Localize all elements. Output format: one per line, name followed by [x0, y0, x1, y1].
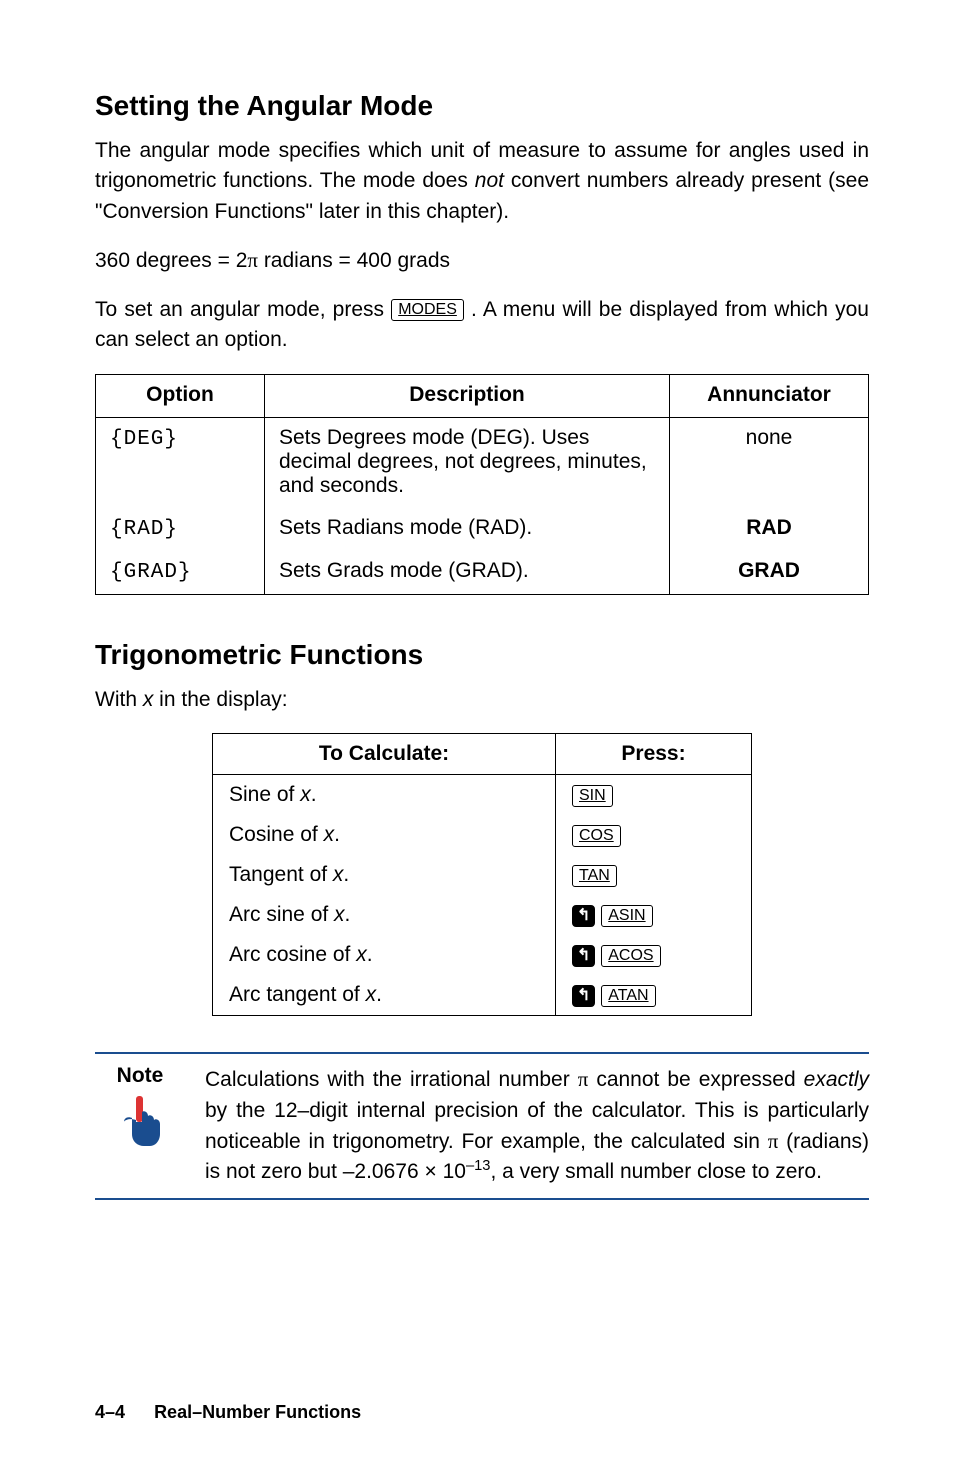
keycap-shift: ↰ — [572, 945, 595, 967]
cell-press: ↰ ASIN — [556, 895, 752, 935]
th-annunciator: Annunciator — [670, 374, 869, 417]
text: To set an angular mode, press — [95, 298, 391, 321]
cell-calculate: Arc sine of x. — [213, 895, 556, 935]
hand-point-icon — [116, 1094, 164, 1148]
para-equation: 360 degrees = 2π radians = 400 grads — [95, 245, 869, 276]
table-row: Tangent of x. TAN — [213, 855, 752, 895]
page-footer: 4–4 Real–Number Functions — [95, 1402, 361, 1423]
cell-ann: none — [670, 417, 869, 508]
note-label-column: Note — [95, 1064, 185, 1153]
keycap-modes: MODES — [391, 299, 464, 321]
heading-trig-functions: Trigonometric Functions — [95, 639, 869, 671]
cell-press: TAN — [556, 855, 752, 895]
text: cannot be expressed — [588, 1068, 803, 1091]
para-angular-2: To set an angular mode, press MODES . A … — [95, 295, 869, 356]
note-text: Calculations with the irrational number … — [205, 1064, 869, 1188]
table-row: Arc sine of x.↰ ASIN — [213, 895, 752, 935]
table-row: {RAD} Sets Radians mode (RAD). RAD — [96, 508, 869, 551]
cell-option: {GRAD} — [96, 551, 265, 595]
cell-press: COS — [556, 815, 752, 855]
text: radians = 400 grads — [258, 249, 450, 272]
cell-calculate: Sine of x. — [213, 775, 556, 816]
keycap-shift: ↰ — [572, 985, 595, 1007]
keycap-asin: ASIN — [601, 905, 652, 927]
keycap-acos: ACOS — [601, 945, 660, 967]
page-number: 4–4 — [95, 1402, 125, 1422]
chapter-name: Real–Number Functions — [154, 1402, 361, 1422]
th-option: Option — [96, 374, 265, 417]
table-header-row: Option Description Annunciator — [96, 374, 869, 417]
table-header-row: To Calculate: Press: — [213, 734, 752, 775]
para-angular-1: The angular mode specifies which unit of… — [95, 136, 869, 227]
note-label: Note — [95, 1064, 185, 1088]
cell-calculate: Tangent of x. — [213, 855, 556, 895]
cell-calculate: Arc cosine of x. — [213, 935, 556, 975]
keycap-cos: COS — [572, 825, 621, 847]
cell-calculate: Cosine of x. — [213, 815, 556, 855]
pi-symbol: π — [768, 1129, 779, 1153]
text-emph-not: not — [475, 169, 504, 192]
text-emph-exactly: exactly — [804, 1068, 869, 1091]
text: With — [95, 688, 143, 711]
pi-symbol: π — [247, 248, 258, 272]
note-block: Note Calculations with the irrational nu… — [95, 1052, 869, 1200]
text: in the display: — [153, 688, 287, 711]
pi-symbol: π — [578, 1067, 589, 1091]
angular-mode-table: Option Description Annunciator {DEG} Set… — [95, 374, 869, 595]
cell-press: ↰ ACOS — [556, 935, 752, 975]
heading-angular-mode: Setting the Angular Mode — [95, 90, 869, 122]
table-row: Sine of x. SIN — [213, 775, 752, 816]
cell-calculate: Arc tangent of x. — [213, 975, 556, 1016]
th-press: Press: — [556, 734, 752, 775]
cell-ann: GRAD — [670, 551, 869, 595]
table-row: {DEG} Sets Degrees mode (DEG). Uses deci… — [96, 417, 869, 508]
table-row: {GRAD} Sets Grads mode (GRAD). GRAD — [96, 551, 869, 595]
page: Setting the Angular Mode The angular mod… — [0, 0, 954, 1478]
lcd-text: {RAD} — [110, 518, 178, 541]
cell-desc: Sets Radians mode (RAD). — [265, 508, 670, 551]
cell-desc: Sets Grads mode (GRAD). — [265, 551, 670, 595]
keycap-sin: SIN — [572, 785, 613, 807]
cell-press: SIN — [556, 775, 752, 816]
cell-ann: RAD — [670, 508, 869, 551]
cell-press: ↰ ATAN — [556, 975, 752, 1016]
text: Calculations with the irrational number — [205, 1068, 578, 1091]
cell-option: {RAD} — [96, 508, 265, 551]
table-row: Arc tangent of x.↰ ATAN — [213, 975, 752, 1016]
cell-desc: Sets Degrees mode (DEG). Uses decimal de… — [265, 417, 670, 508]
var-x: x — [143, 688, 154, 711]
table-row: Cosine of x. COS — [213, 815, 752, 855]
keycap-shift: ↰ — [572, 905, 595, 927]
para-trig-intro: With x in the display: — [95, 685, 869, 715]
trig-table: To Calculate: Press: Sine of x. SIN Cosine… — [212, 733, 752, 1016]
table-row: Arc cosine of x.↰ ACOS — [213, 935, 752, 975]
keycap-tan: TAN — [572, 865, 617, 887]
exponent: –13 — [466, 1158, 491, 1174]
th-description: Description — [265, 374, 670, 417]
text: 360 degrees = 2 — [95, 249, 247, 272]
th-calculate: To Calculate: — [213, 734, 556, 775]
lcd-text: {DEG} — [110, 428, 178, 451]
text: , a very small number close to zero. — [490, 1160, 821, 1183]
keycap-atan: ATAN — [601, 985, 655, 1007]
lcd-text: {GRAD} — [110, 561, 192, 584]
cell-option: {DEG} — [96, 417, 265, 508]
